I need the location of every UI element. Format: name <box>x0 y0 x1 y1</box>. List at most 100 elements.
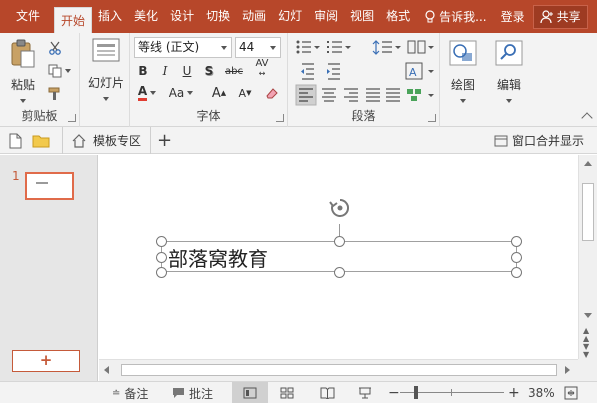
clear-formatting-button[interactable] <box>262 83 282 103</box>
zoom-in-button[interactable]: + <box>508 382 520 403</box>
resize-handle-br[interactable] <box>511 267 522 278</box>
slide-canvas[interactable]: 部落窝教育 <box>99 155 578 359</box>
clipboard-dialog-launcher[interactable] <box>68 114 76 122</box>
resize-handle-bc[interactable] <box>334 267 345 278</box>
line-spacing-icon[interactable] <box>372 40 401 55</box>
columns-icon[interactable] <box>407 40 434 54</box>
tab-file[interactable]: 文件 <box>0 0 54 33</box>
editing-button[interactable]: 编辑 <box>490 39 528 107</box>
numbering-icon[interactable] <box>327 41 351 53</box>
resize-handle-ml[interactable] <box>156 252 167 263</box>
collapse-ribbon-icon[interactable] <box>581 112 593 124</box>
font-dialog-launcher[interactable] <box>276 114 284 122</box>
distribute-icon[interactable] <box>386 88 400 102</box>
justify-icon[interactable] <box>366 88 380 102</box>
font-name-select[interactable]: 等线 (正文) <box>134 37 232 58</box>
open-folder-button[interactable] <box>32 127 50 154</box>
italic-button[interactable]: I <box>156 61 174 81</box>
tell-me-box[interactable]: 告诉我... <box>424 0 487 33</box>
vertical-scrollbar[interactable]: ▲ ▲ ▼ ▼ <box>578 155 597 359</box>
shadow-button[interactable]: S <box>200 61 218 81</box>
slideshow-button[interactable] <box>358 382 372 403</box>
format-painter-button[interactable] <box>44 84 66 104</box>
character-spacing-button[interactable]: AV ↔ <box>248 59 276 79</box>
change-case-arrow[interactable] <box>187 91 194 95</box>
align-center-icon[interactable] <box>322 88 336 102</box>
shrink-font-button[interactable]: A ▼ <box>234 83 256 103</box>
font-color-arrow[interactable] <box>150 91 157 95</box>
align-right-icon[interactable] <box>344 88 358 102</box>
reading-view-button[interactable] <box>320 382 335 403</box>
copy-dropdown-arrow[interactable] <box>64 69 71 73</box>
resize-handle-tl[interactable] <box>156 236 167 247</box>
copy-button[interactable] <box>44 61 74 81</box>
paste-dropdown-arrow[interactable] <box>20 98 26 103</box>
drawing-dropdown-arrow[interactable] <box>460 98 466 103</box>
grow-font-button[interactable]: A ▲ <box>208 83 230 103</box>
resize-handle-bl[interactable] <box>156 267 167 278</box>
next-slide-icon[interactable]: ▼ ▼ <box>583 343 589 359</box>
slide-thumbnail[interactable] <box>25 172 74 200</box>
tab-design[interactable]: 设计 <box>164 0 200 33</box>
increase-indent-icon[interactable] <box>327 63 340 80</box>
zoom-level[interactable]: 38% <box>528 382 555 403</box>
scroll-left-arrow[interactable] <box>104 366 109 374</box>
tab-format[interactable]: 格式 <box>380 0 416 33</box>
change-case-button[interactable]: Aa <box>166 83 196 103</box>
tab-beautify[interactable]: 美化 <box>128 0 164 33</box>
scroll-down-arrow[interactable] <box>584 313 592 318</box>
bullets-icon[interactable] <box>296 40 321 54</box>
paste-button[interactable]: 粘贴 <box>6 39 40 107</box>
slide-sorter-button[interactable] <box>280 382 294 403</box>
shapes-icon <box>449 40 477 66</box>
tab-review[interactable]: 审阅 <box>308 0 344 33</box>
font-color-button[interactable]: A <box>134 83 160 103</box>
rotate-handle-icon[interactable] <box>327 196 353 226</box>
normal-view-button[interactable] <box>232 382 268 403</box>
new-tab-button[interactable]: + <box>150 127 172 154</box>
login-link[interactable]: 登录 <box>501 8 525 25</box>
zoom-out-button[interactable]: − <box>388 382 400 403</box>
zoom-slider-thumb[interactable] <box>414 386 418 399</box>
comments-button[interactable]: 批注 <box>172 382 213 403</box>
paragraph-dialog-launcher[interactable] <box>428 114 436 122</box>
strikethrough-button[interactable]: abc <box>222 61 246 81</box>
tab-view[interactable]: 视图 <box>344 0 380 33</box>
underline-button[interactable]: U <box>178 61 196 81</box>
text-direction-icon[interactable]: A <box>405 62 434 80</box>
resize-handle-tr[interactable] <box>511 236 522 247</box>
template-zone-tab[interactable]: 模板专区 <box>62 127 141 154</box>
cut-button[interactable] <box>44 38 66 58</box>
document-icon <box>9 133 22 148</box>
resize-handle-mr[interactable] <box>511 252 522 263</box>
window-merge-toggle[interactable]: 窗口合并显示 <box>494 127 584 154</box>
font-size-select[interactable]: 44 <box>235 37 281 58</box>
horizontal-scrollbar[interactable] <box>99 359 578 381</box>
tab-transitions[interactable]: 切换 <box>200 0 236 33</box>
scroll-right-arrow[interactable] <box>565 366 570 374</box>
horizontal-scroll-thumb[interactable] <box>121 364 557 376</box>
vertical-scroll-thumb[interactable] <box>582 183 594 241</box>
resize-handle-tc[interactable] <box>334 236 345 247</box>
previous-slide-icon[interactable]: ▲ ▲ <box>583 327 589 343</box>
new-document-button[interactable] <box>8 127 22 154</box>
new-slide-dropdown-arrow[interactable] <box>103 96 109 101</box>
drawing-button[interactable]: 绘图 <box>444 39 482 107</box>
slide-title-text[interactable]: 部落窝教育 <box>168 243 268 272</box>
tab-insert[interactable]: 插入 <box>92 0 128 33</box>
decrease-indent-icon[interactable] <box>301 63 314 80</box>
new-slide-button[interactable]: 幻灯片 <box>86 37 126 105</box>
align-left-selected[interactable] <box>295 84 317 106</box>
tab-home[interactable]: 开始 <box>54 7 93 33</box>
share-button[interactable]: 共享 <box>532 4 588 29</box>
bold-button[interactable]: B <box>134 61 152 81</box>
grow-font-label: A <box>211 85 221 101</box>
smartart-icon[interactable] <box>407 89 434 101</box>
fit-to-window-button[interactable] <box>564 382 578 403</box>
tab-animations[interactable]: 动画 <box>236 0 272 33</box>
add-slide-button[interactable]: + <box>12 350 80 372</box>
tab-slideshow[interactable]: 幻灯 <box>272 0 308 33</box>
scroll-up-arrow[interactable] <box>584 161 592 166</box>
notes-button[interactable]: ≐ 备注 <box>112 382 148 403</box>
editing-dropdown-arrow[interactable] <box>506 98 512 103</box>
